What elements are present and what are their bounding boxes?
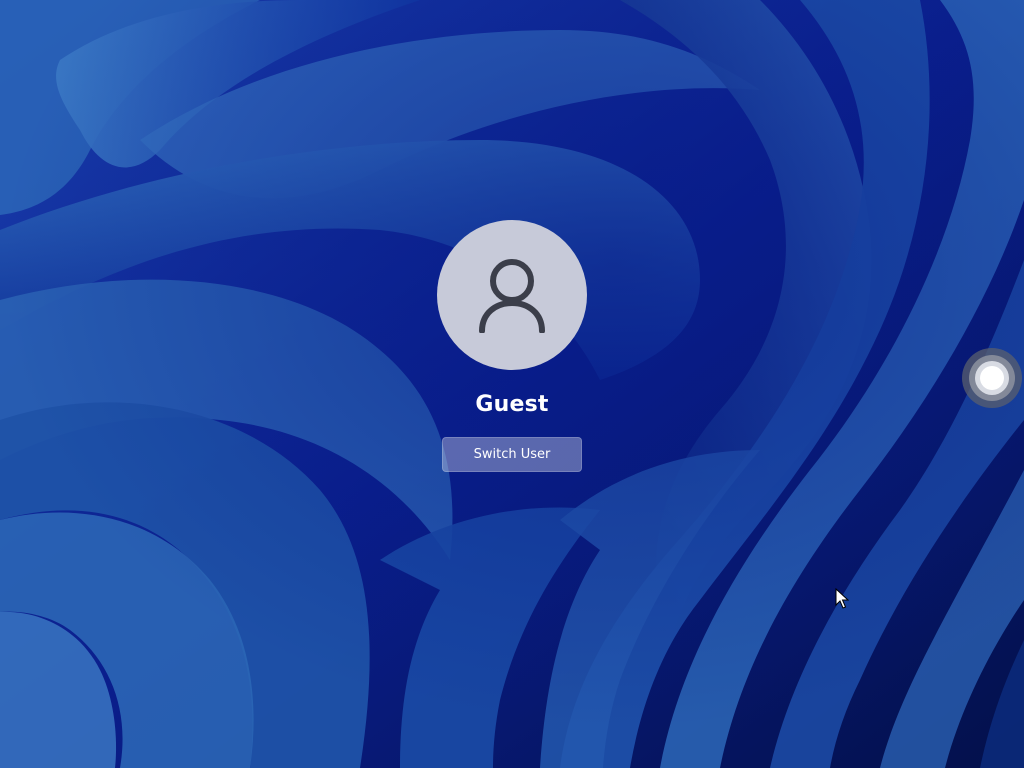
lock-screen: Guest Switch User (0, 0, 1024, 768)
switch-user-label: Switch User (473, 447, 551, 462)
user-panel: Guest Switch User (0, 0, 1024, 768)
user-avatar[interactable] (437, 220, 587, 370)
touch-ripple-icon (962, 348, 1022, 408)
user-name: Guest (475, 392, 549, 417)
person-icon (479, 259, 545, 333)
arrow-cursor-icon (835, 588, 849, 609)
switch-user-button[interactable]: Switch User (442, 437, 582, 472)
